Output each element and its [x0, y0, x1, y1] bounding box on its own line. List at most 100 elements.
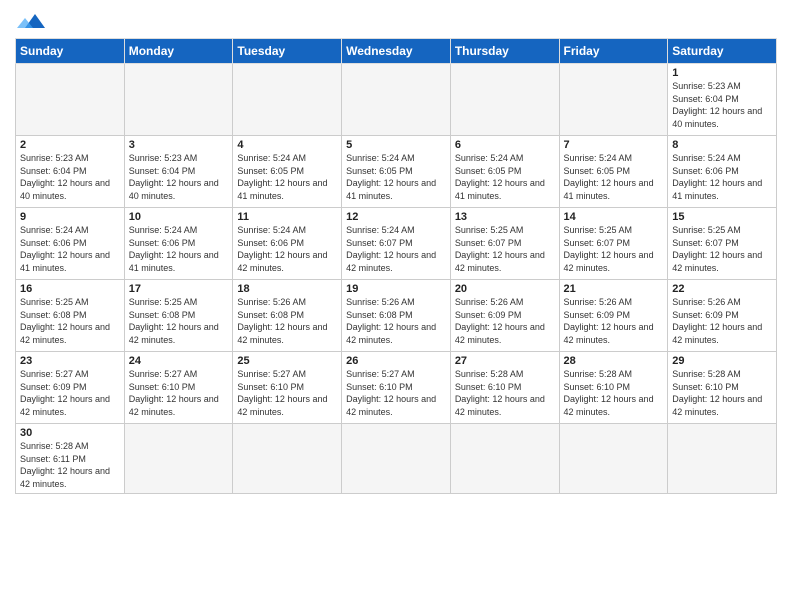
day-number: 30	[20, 427, 120, 439]
day-info: Sunrise: 5:24 AM Sunset: 6:06 PM Dayligh…	[672, 152, 772, 202]
calendar-cell-3-1: 9Sunrise: 5:24 AM Sunset: 6:06 PM Daylig…	[16, 208, 125, 280]
day-number: 6	[455, 139, 555, 151]
day-number: 9	[20, 211, 120, 223]
day-info: Sunrise: 5:27 AM Sunset: 6:10 PM Dayligh…	[346, 368, 446, 418]
day-header-thursday: Thursday	[450, 39, 559, 64]
day-number: 10	[129, 211, 229, 223]
day-info: Sunrise: 5:27 AM Sunset: 6:10 PM Dayligh…	[237, 368, 337, 418]
week-row-1: 1Sunrise: 5:23 AM Sunset: 6:04 PM Daylig…	[16, 64, 777, 136]
calendar-cell-6-7	[668, 424, 777, 494]
calendar-cell-2-1: 2Sunrise: 5:23 AM Sunset: 6:04 PM Daylig…	[16, 136, 125, 208]
day-info: Sunrise: 5:26 AM Sunset: 6:09 PM Dayligh…	[455, 296, 555, 346]
calendar-cell-5-3: 25Sunrise: 5:27 AM Sunset: 6:10 PM Dayli…	[233, 352, 342, 424]
day-number: 15	[672, 211, 772, 223]
calendar-cell-3-3: 11Sunrise: 5:24 AM Sunset: 6:06 PM Dayli…	[233, 208, 342, 280]
day-info: Sunrise: 5:27 AM Sunset: 6:10 PM Dayligh…	[129, 368, 229, 418]
day-info: Sunrise: 5:25 AM Sunset: 6:08 PM Dayligh…	[20, 296, 120, 346]
day-info: Sunrise: 5:24 AM Sunset: 6:07 PM Dayligh…	[346, 224, 446, 274]
calendar-cell-2-6: 7Sunrise: 5:24 AM Sunset: 6:05 PM Daylig…	[559, 136, 668, 208]
calendar-cell-2-2: 3Sunrise: 5:23 AM Sunset: 6:04 PM Daylig…	[124, 136, 233, 208]
logo-icon	[17, 10, 47, 32]
day-number: 11	[237, 211, 337, 223]
day-info: Sunrise: 5:25 AM Sunset: 6:07 PM Dayligh…	[564, 224, 664, 274]
day-number: 8	[672, 139, 772, 151]
day-number: 21	[564, 283, 664, 295]
day-info: Sunrise: 5:24 AM Sunset: 6:05 PM Dayligh…	[455, 152, 555, 202]
day-number: 16	[20, 283, 120, 295]
day-number: 3	[129, 139, 229, 151]
day-header-friday: Friday	[559, 39, 668, 64]
day-header-saturday: Saturday	[668, 39, 777, 64]
day-info: Sunrise: 5:26 AM Sunset: 6:08 PM Dayligh…	[346, 296, 446, 346]
day-info: Sunrise: 5:26 AM Sunset: 6:09 PM Dayligh…	[564, 296, 664, 346]
calendar-cell-2-5: 6Sunrise: 5:24 AM Sunset: 6:05 PM Daylig…	[450, 136, 559, 208]
days-header-row: SundayMondayTuesdayWednesdayThursdayFrid…	[16, 39, 777, 64]
day-header-sunday: Sunday	[16, 39, 125, 64]
day-info: Sunrise: 5:24 AM Sunset: 6:06 PM Dayligh…	[237, 224, 337, 274]
day-info: Sunrise: 5:24 AM Sunset: 6:05 PM Dayligh…	[346, 152, 446, 202]
calendar-cell-3-4: 12Sunrise: 5:24 AM Sunset: 6:07 PM Dayli…	[342, 208, 451, 280]
calendar-cell-4-5: 20Sunrise: 5:26 AM Sunset: 6:09 PM Dayli…	[450, 280, 559, 352]
day-info: Sunrise: 5:25 AM Sunset: 6:07 PM Dayligh…	[455, 224, 555, 274]
calendar-cell-3-6: 14Sunrise: 5:25 AM Sunset: 6:07 PM Dayli…	[559, 208, 668, 280]
day-number: 29	[672, 355, 772, 367]
calendar-cell-4-4: 19Sunrise: 5:26 AM Sunset: 6:08 PM Dayli…	[342, 280, 451, 352]
calendar-cell-5-4: 26Sunrise: 5:27 AM Sunset: 6:10 PM Dayli…	[342, 352, 451, 424]
day-number: 4	[237, 139, 337, 151]
day-number: 12	[346, 211, 446, 223]
logo-area	[15, 10, 47, 32]
day-info: Sunrise: 5:24 AM Sunset: 6:05 PM Dayligh…	[237, 152, 337, 202]
calendar-cell-6-4	[342, 424, 451, 494]
day-info: Sunrise: 5:27 AM Sunset: 6:09 PM Dayligh…	[20, 368, 120, 418]
day-number: 18	[237, 283, 337, 295]
day-number: 25	[237, 355, 337, 367]
calendar-cell-5-7: 29Sunrise: 5:28 AM Sunset: 6:10 PM Dayli…	[668, 352, 777, 424]
calendar-cell-4-7: 22Sunrise: 5:26 AM Sunset: 6:09 PM Dayli…	[668, 280, 777, 352]
day-info: Sunrise: 5:23 AM Sunset: 6:04 PM Dayligh…	[20, 152, 120, 202]
calendar-cell-6-6	[559, 424, 668, 494]
calendar-cell-1-5	[450, 64, 559, 136]
calendar-cell-1-1	[16, 64, 125, 136]
calendar-cell-2-7: 8Sunrise: 5:24 AM Sunset: 6:06 PM Daylig…	[668, 136, 777, 208]
day-number: 13	[455, 211, 555, 223]
day-number: 22	[672, 283, 772, 295]
calendar-cell-3-2: 10Sunrise: 5:24 AM Sunset: 6:06 PM Dayli…	[124, 208, 233, 280]
calendar-cell-1-6	[559, 64, 668, 136]
calendar-cell-1-4	[342, 64, 451, 136]
day-number: 26	[346, 355, 446, 367]
calendar-cell-6-1: 30Sunrise: 5:28 AM Sunset: 6:11 PM Dayli…	[16, 424, 125, 494]
day-header-tuesday: Tuesday	[233, 39, 342, 64]
day-header-wednesday: Wednesday	[342, 39, 451, 64]
week-row-2: 2Sunrise: 5:23 AM Sunset: 6:04 PM Daylig…	[16, 136, 777, 208]
calendar-cell-4-3: 18Sunrise: 5:26 AM Sunset: 6:08 PM Dayli…	[233, 280, 342, 352]
day-number: 17	[129, 283, 229, 295]
calendar-cell-5-6: 28Sunrise: 5:28 AM Sunset: 6:10 PM Dayli…	[559, 352, 668, 424]
day-info: Sunrise: 5:24 AM Sunset: 6:06 PM Dayligh…	[20, 224, 120, 274]
calendar-cell-1-7: 1Sunrise: 5:23 AM Sunset: 6:04 PM Daylig…	[668, 64, 777, 136]
day-info: Sunrise: 5:23 AM Sunset: 6:04 PM Dayligh…	[129, 152, 229, 202]
calendar-cell-1-3	[233, 64, 342, 136]
calendar-cell-5-5: 27Sunrise: 5:28 AM Sunset: 6:10 PM Dayli…	[450, 352, 559, 424]
day-number: 19	[346, 283, 446, 295]
calendar-cell-5-1: 23Sunrise: 5:27 AM Sunset: 6:09 PM Dayli…	[16, 352, 125, 424]
day-info: Sunrise: 5:26 AM Sunset: 6:08 PM Dayligh…	[237, 296, 337, 346]
day-number: 14	[564, 211, 664, 223]
week-row-5: 23Sunrise: 5:27 AM Sunset: 6:09 PM Dayli…	[16, 352, 777, 424]
day-number: 7	[564, 139, 664, 151]
calendar-cell-6-5	[450, 424, 559, 494]
day-number: 1	[672, 67, 772, 79]
calendar-cell-4-1: 16Sunrise: 5:25 AM Sunset: 6:08 PM Dayli…	[16, 280, 125, 352]
header	[15, 10, 777, 32]
calendar-table: SundayMondayTuesdayWednesdayThursdayFrid…	[15, 38, 777, 494]
calendar-cell-4-6: 21Sunrise: 5:26 AM Sunset: 6:09 PM Dayli…	[559, 280, 668, 352]
calendar-cell-5-2: 24Sunrise: 5:27 AM Sunset: 6:10 PM Dayli…	[124, 352, 233, 424]
calendar-cell-6-3	[233, 424, 342, 494]
calendar-cell-4-2: 17Sunrise: 5:25 AM Sunset: 6:08 PM Dayli…	[124, 280, 233, 352]
day-info: Sunrise: 5:28 AM Sunset: 6:10 PM Dayligh…	[672, 368, 772, 418]
calendar-cell-3-5: 13Sunrise: 5:25 AM Sunset: 6:07 PM Dayli…	[450, 208, 559, 280]
week-row-6: 30Sunrise: 5:28 AM Sunset: 6:11 PM Dayli…	[16, 424, 777, 494]
day-number: 20	[455, 283, 555, 295]
day-info: Sunrise: 5:28 AM Sunset: 6:10 PM Dayligh…	[455, 368, 555, 418]
day-info: Sunrise: 5:24 AM Sunset: 6:05 PM Dayligh…	[564, 152, 664, 202]
day-number: 28	[564, 355, 664, 367]
